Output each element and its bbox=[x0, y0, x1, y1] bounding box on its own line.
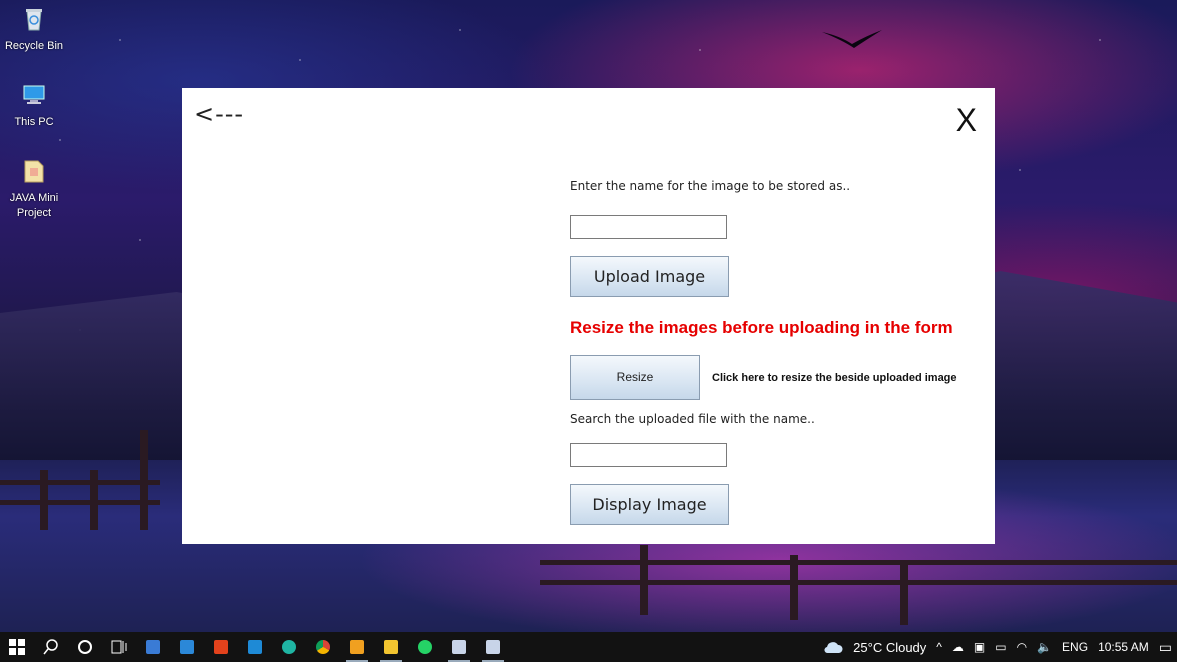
recycle-bin-icon bbox=[26, 9, 42, 31]
weather-text[interactable]: 25°C Cloudy bbox=[853, 640, 926, 655]
chevron-up-icon[interactable]: ^ bbox=[936, 640, 942, 654]
notification-icon[interactable]: ▭ bbox=[1159, 639, 1172, 656]
java-app-icon[interactable] bbox=[442, 632, 476, 662]
battery-icon[interactable]: ▭ bbox=[995, 640, 1006, 654]
search-name-input[interactable] bbox=[570, 443, 727, 467]
app-window: <--- X Enter the name for the image to b… bbox=[182, 88, 995, 544]
onedrive-icon[interactable]: ☁ bbox=[952, 640, 964, 654]
bird-silhouette bbox=[822, 30, 882, 48]
volume-icon[interactable]: 🔈 bbox=[1037, 640, 1052, 654]
language-indicator[interactable]: ENG bbox=[1062, 640, 1088, 654]
folder-icon bbox=[24, 160, 44, 183]
close-button[interactable]: X bbox=[956, 102, 977, 139]
desktop-icon-java-mini-project[interactable]: JAVA Mini Project bbox=[0, 158, 68, 221]
upload-image-button[interactable]: Upload Image bbox=[570, 256, 729, 297]
computer-icon bbox=[23, 85, 45, 104]
chrome-icon[interactable] bbox=[306, 632, 340, 662]
clock[interactable]: 10:55 AM bbox=[1098, 640, 1149, 654]
resize-warning-text: Resize the images before uploading in th… bbox=[570, 318, 953, 337]
search-prompt-label: Search the uploaded file with the name.. bbox=[570, 412, 815, 426]
vscode-icon[interactable] bbox=[238, 632, 272, 662]
cortana-icon[interactable] bbox=[68, 632, 102, 662]
mail-icon[interactable] bbox=[170, 632, 204, 662]
cloud-icon bbox=[824, 642, 843, 654]
wifi-icon[interactable]: ◠ bbox=[1017, 640, 1027, 654]
store-icon[interactable] bbox=[136, 632, 170, 662]
desktop-icon-label: This PC bbox=[14, 116, 54, 128]
resize-hint-text: Click here to resize the beside uploaded… bbox=[712, 372, 957, 384]
desktop-icon-label: JAVA Mini Project bbox=[9, 192, 59, 219]
office-icon[interactable] bbox=[204, 632, 238, 662]
task-view-icon[interactable] bbox=[102, 632, 136, 662]
image-name-input[interactable] bbox=[570, 215, 727, 239]
desktop-icon-this-pc[interactable]: This PC bbox=[0, 82, 68, 130]
desktop-icon-label: Recycle Bin bbox=[4, 40, 64, 52]
system-tray: 25°C Cloudy ^ ☁ ▣ ▭ ◠ 🔈 ENG 10:55 AM ▭ bbox=[818, 632, 1177, 662]
back-button[interactable]: <--- bbox=[194, 100, 244, 128]
file-explorer-icon[interactable] bbox=[374, 632, 408, 662]
meet-now-icon[interactable]: ▣ bbox=[974, 640, 985, 654]
resize-button[interactable]: Resize bbox=[570, 355, 700, 400]
search-icon[interactable] bbox=[34, 632, 68, 662]
display-image-button[interactable]: Display Image bbox=[570, 484, 729, 525]
app-icon[interactable] bbox=[340, 632, 374, 662]
name-prompt-label: Enter the name for the image to be store… bbox=[570, 179, 851, 193]
taskbar: 25°C Cloudy ^ ☁ ▣ ▭ ◠ 🔈 ENG 10:55 AM ▭ bbox=[0, 632, 1177, 662]
edge-icon[interactable] bbox=[272, 632, 306, 662]
whatsapp-icon[interactable] bbox=[408, 632, 442, 662]
desktop-icon-recycle-bin[interactable]: Recycle Bin bbox=[0, 6, 68, 54]
start-icon[interactable] bbox=[0, 632, 34, 662]
java-app-icon-2[interactable] bbox=[476, 632, 510, 662]
